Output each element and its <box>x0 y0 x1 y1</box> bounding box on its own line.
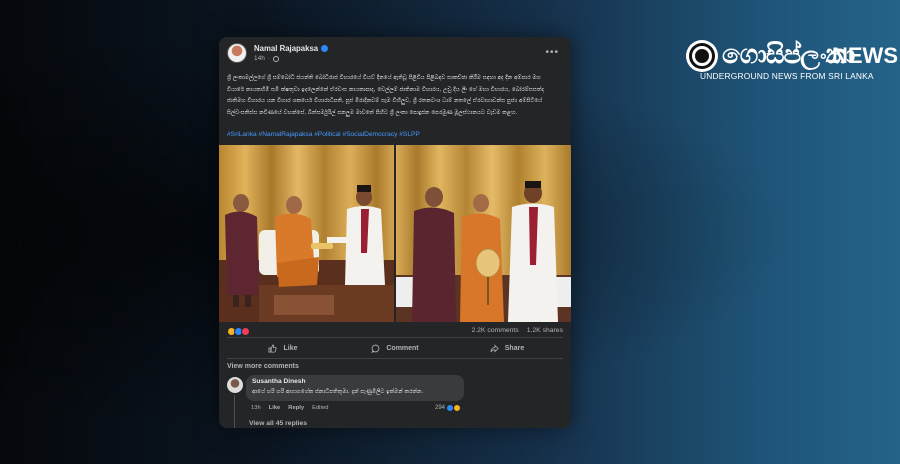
comment-reactions[interactable]: 294 <box>435 404 462 412</box>
brand-logo: ගොසිප්ලංකා NEWS UNDERGROUND NEWS FROM SR… <box>686 38 898 88</box>
post-meta: 14h · <box>254 55 280 62</box>
comment-text: ආයේ හරි හරි ආගාගගේක ජනාධිපතිතුමා. දැන් ප… <box>252 389 424 395</box>
comment-time[interactable]: 13h <box>251 405 261 411</box>
comment-bubble-icon <box>371 344 380 353</box>
comment-reply-button[interactable]: Reply <box>288 405 304 411</box>
like-label: Like <box>283 344 298 352</box>
comment-meta: 13h Like Reply Edited <box>251 405 329 411</box>
post-body: ශ්‍රී ලංකාමල්ලගේ ශ්‍රී සම්බෝධි ජයන්ති බෝ… <box>227 75 544 116</box>
shares-count[interactable]: 1.2K shares <box>527 327 563 334</box>
comment-reaction-count: 294 <box>435 405 446 411</box>
photo-left-image <box>219 145 394 322</box>
reaction-icons[interactable] <box>227 327 250 336</box>
comment-label: Comment <box>386 344 419 352</box>
like-button[interactable]: Like <box>227 338 339 358</box>
share-label: Share <box>504 344 525 352</box>
post-header: Namal Rajapaksa 14h · ••• <box>227 43 563 69</box>
post-photo-left[interactable] <box>219 145 394 322</box>
post-actions: Like Comment Share <box>227 338 563 358</box>
comment-button[interactable]: Comment <box>339 338 451 358</box>
view-more-comments-link[interactable]: View more comments <box>227 363 299 370</box>
commenter-avatar[interactable] <box>227 377 243 393</box>
more-options-icon[interactable]: ••• <box>545 48 559 58</box>
globe-icon <box>273 55 280 62</box>
engagement-counts: 2.2K comments 1.2K shares <box>471 327 563 334</box>
author-name[interactable]: Namal Rajapaksa <box>254 44 318 53</box>
share-arrow-icon <box>490 343 499 353</box>
post-photo-right[interactable] <box>396 145 571 322</box>
share-button[interactable]: Share <box>451 338 563 358</box>
thumbs-up-icon <box>268 343 278 353</box>
brand-tagline: UNDERGROUND NEWS FROM SRI LANKA <box>700 71 874 81</box>
commenter-name[interactable]: Susantha Dinesh <box>252 378 458 385</box>
post-time[interactable]: 14h <box>254 55 265 62</box>
brand-suffix: NEWS <box>832 43 898 68</box>
post-hashtags[interactable]: #SriLanka #NamalRajapaksa #Political #So… <box>227 131 420 138</box>
comment-bubble: Susantha Dinesh ආයේ හරි හරි ආගාගගේක ජනාධ… <box>246 375 464 401</box>
author-avatar[interactable] <box>227 43 247 63</box>
reply-thread-line <box>234 395 244 428</box>
view-all-replies-link[interactable]: View all 45 replies <box>249 420 307 427</box>
comments-count[interactable]: 2.2K comments <box>471 327 518 334</box>
love-reaction-icon <box>241 327 250 336</box>
post-card: Namal Rajapaksa 14h · ••• ශ්‍රී ලංකාමල්ල… <box>219 37 571 428</box>
comment-haha-reaction-icon <box>453 404 462 412</box>
author-name-row: Namal Rajapaksa <box>254 44 329 53</box>
photo-right-image <box>396 145 571 322</box>
actions-divider <box>227 358 563 359</box>
brand-eye-icon <box>686 40 718 72</box>
comment-edited-label: Edited <box>312 405 329 411</box>
comment-like-button[interactable]: Like <box>269 405 281 411</box>
verified-badge-icon <box>321 45 329 52</box>
